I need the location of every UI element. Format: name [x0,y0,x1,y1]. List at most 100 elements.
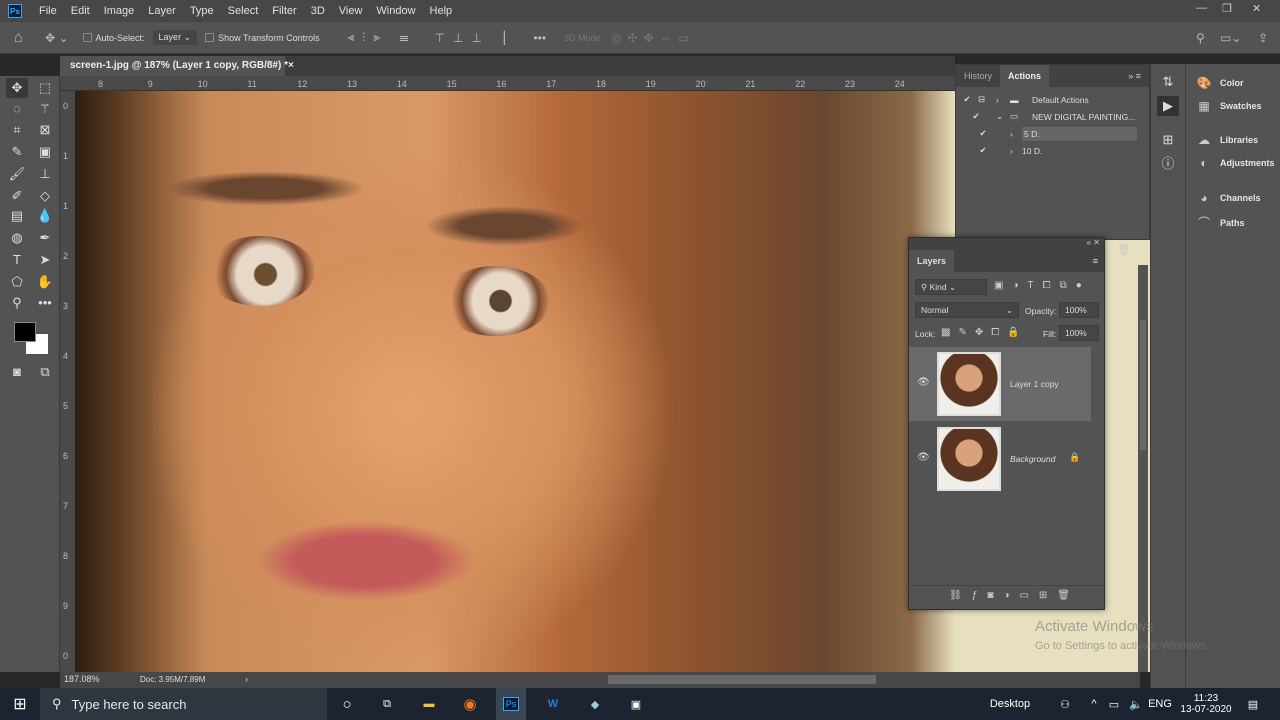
pen-tool-icon[interactable]: ✒ [34,228,56,248]
menu-image[interactable]: Image [97,5,142,17]
menu-window[interactable]: Window [369,5,422,17]
layer-name[interactable]: Background [1010,454,1055,464]
info-icon[interactable]: ⓘ [1157,154,1179,174]
filter-icons[interactable]: ▣◑T⧠⧉● [994,280,1091,291]
frame-tool-icon[interactable]: ⊠ [34,120,56,140]
network-icon[interactable]: ▭ [1105,688,1123,720]
horizontal-scrollbar[interactable] [608,675,876,684]
app-icon[interactable]: ▣ [621,688,651,720]
panel-channels[interactable]: ◕ Channels [1196,191,1260,205]
history-panel-icon[interactable]: ⇅ [1157,72,1179,92]
search-icon[interactable]: ⚲ [1196,31,1205,45]
blend-mode-dropdown[interactable]: Normal ⌄ [915,302,1019,318]
blur-tool-icon[interactable]: 💧 [34,206,56,226]
eye-icon[interactable]: 👁 [917,377,930,388]
dodge-tool-icon[interactable]: ◍ [6,228,28,248]
share-icon[interactable]: ⇪ [1258,31,1268,45]
language-indicator[interactable]: ENG [1148,688,1172,720]
menu-3d[interactable]: 3D [304,5,332,17]
menu-layer[interactable]: Layer [141,5,183,17]
layer-row-layer-1-copy[interactable]: 👁 Layer 1 copy [909,347,1091,421]
action-set-default[interactable]: ✔ ⊟ › ▬ Default Actions [956,91,1149,108]
close-panel-icon[interactable]: ✕ [1093,238,1100,247]
panel-paths[interactable]: ⌒ Paths [1196,214,1245,231]
panel-adjustments[interactable]: ◐ Adjustments [1196,156,1274,170]
zoom-level[interactable]: 187.08% [64,674,100,684]
volume-icon[interactable]: 🔈 [1127,688,1145,720]
menu-type[interactable]: Type [183,5,221,17]
dialog-toggle-icon[interactable]: ⊟ [978,94,996,105]
layer-row-background[interactable]: 👁 Background 🔒 [909,422,1091,496]
type-tool-icon[interactable]: T [6,250,28,270]
history-brush-icon[interactable]: ✐ [6,186,28,206]
minimize-button[interactable]: — [1196,2,1207,14]
collapse-icon[interactable]: « [1087,238,1091,247]
layers-menu-icon[interactable]: ≡ [1093,256,1104,266]
panel-swatches[interactable]: ▦ Swatches [1196,99,1261,113]
vertical-scrollbar[interactable] [1138,265,1148,672]
people-icon[interactable]: ⚇ [1055,688,1075,720]
panel-color[interactable]: 🎨 Color [1196,76,1244,90]
action-10d[interactable]: ✔ › 10 D. [956,142,1149,159]
firefox-icon[interactable]: ◉ [455,688,485,720]
auto-select-checkbox[interactable]: Auto-Select: [82,32,145,44]
task-view-icon[interactable]: ⧉ [372,688,402,720]
healing-brush-icon[interactable]: ▣ [34,142,56,162]
document-tab[interactable]: screen-1.jpg @ 187% (Layer 1 copy, RGB/8… [60,56,294,76]
layer-name[interactable]: Layer 1 copy [1010,379,1059,389]
close-button[interactable]: ✕ [1252,2,1261,15]
action-5d[interactable]: ✔ › 5 D. [956,125,1149,142]
panel-libraries[interactable]: ☁ Libraries [1196,133,1258,147]
gradient-tool-icon[interactable]: ▤ [6,206,28,226]
menu-edit[interactable]: Edit [64,5,97,17]
foreground-color-swatch[interactable] [14,322,36,342]
magic-wand-icon[interactable]: ⚚ [34,99,56,119]
file-explorer-icon[interactable]: ▬ [414,688,444,720]
home-icon[interactable]: ⌂ [14,29,23,46]
workspace-icon[interactable]: ▭⌄ [1220,31,1241,45]
menu-file[interactable]: File [32,5,64,17]
status-menu-arrow[interactable]: › [245,674,248,684]
word-icon[interactable]: W [538,688,568,720]
lasso-tool-icon[interactable]: ◌ [6,99,28,119]
maximize-button[interactable]: ❐ [1222,2,1232,15]
taskbar-search[interactable]: ⚲ Type here to search [40,688,327,720]
notifications-icon[interactable]: ▤ [1240,688,1266,720]
menu-select[interactable]: Select [221,5,266,17]
menu-filter[interactable]: Filter [265,5,303,17]
canvas-image[interactable] [75,91,955,672]
clone-stamp-icon[interactable]: ⊥ [34,164,56,184]
panel-menu-icon[interactable]: » ≡ [1128,71,1149,81]
move-tool-icon[interactable]: ✥ ⌄ [45,31,68,45]
brush-tool-icon[interactable]: 🖌 [6,164,28,184]
eyedropper-icon[interactable]: ✎ [6,142,28,162]
fill-input[interactable]: 100% [1059,325,1099,341]
eraser-icon[interactable]: ◇ [34,186,56,206]
distribute-icons[interactable]: ⊤⊥⊥ ⎮ [435,31,516,45]
menu-help[interactable]: Help [423,5,460,17]
menu-view[interactable]: View [332,5,370,17]
quick-mask-icon[interactable]: ◙ [6,362,28,382]
cortana-icon[interactable]: ○ [332,688,362,720]
clock[interactable]: 11:23 13-07-2020 [1176,688,1236,720]
path-selection-icon[interactable]: ➤ [34,250,56,270]
trash-icon[interactable]: 🗑 [1117,243,1131,256]
notepad-icon[interactable]: ◆ [580,688,610,720]
tab-history[interactable]: History [956,65,1000,87]
photoshop-taskbar-icon[interactable]: Ps [496,688,526,720]
hand-tool-icon[interactable]: ✋ [34,272,56,292]
opacity-input[interactable]: 100% [1059,302,1099,318]
crop-tool-icon[interactable]: ⌗ [6,120,28,140]
auto-select-dropdown[interactable]: Layer ⌄ [152,30,198,45]
actions-panel-icon[interactable]: ▶ [1157,96,1179,116]
shape-tool-icon[interactable]: ⬠ [6,272,28,292]
show-hidden-icons[interactable]: ^ [1087,688,1101,720]
align-icons[interactable]: ⫷⫶⫸ ☰ [348,30,417,45]
properties-icon[interactable]: ⊞ [1157,130,1179,150]
screen-mode-icon[interactable]: ⧉ [34,362,56,382]
show-transform-checkbox[interactable]: Show Transform Controls [205,32,320,44]
lock-icons[interactable]: ▩✎✥⧠🔒 [941,327,1028,338]
layers-footer-buttons[interactable]: ⛓ƒ◙◑▭⊞🗑 [909,585,1104,605]
marquee-tool-icon[interactable]: ⬚ [34,78,56,98]
action-set-digital-painting[interactable]: ✔ ⌄ ▭ NEW DIGITAL PAINTING... [956,108,1149,125]
